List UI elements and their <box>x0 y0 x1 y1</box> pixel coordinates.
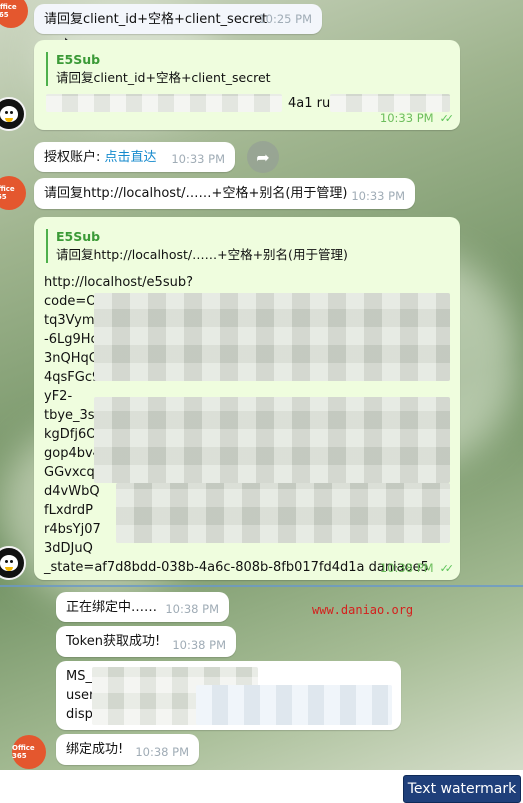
message-bubble[interactable]: Token获取成功! 10:38 PM <box>56 626 236 657</box>
reply-quote: E5Sub 请回复client_id+空格+client_secret <box>46 52 450 86</box>
reply-quote: E5Sub 请回复http://localhost/……+空格+别名(用于管理) <box>46 229 450 263</box>
message-time: 10:38 PM <box>165 602 219 616</box>
message-text-partial: 4a1 ru <box>288 96 331 111</box>
message-bubble[interactable]: 授权账户: 点击直达 10:33 PM <box>34 142 235 172</box>
message-time: 10:38 PM <box>135 745 189 759</box>
message-bubble[interactable]: 绑定成功! 10:38 PM <box>56 734 199 765</box>
message-time: 10:33 PM <box>351 189 405 203</box>
bot-avatar[interactable] <box>0 97 26 131</box>
message-bubble[interactable]: 请回复client_id+空格+client_secret 10:25 PM <box>34 4 322 34</box>
quote-text: 请回复client_id+空格+client_secret <box>56 70 271 85</box>
message-bubble[interactable]: 请回复http://localhost/……+空格+别名(用于管理) 10:33… <box>34 178 415 209</box>
redacted-block <box>94 397 450 483</box>
message-bubble[interactable]: E5Sub 请回复http://localhost/……+空格+别名(用于管理)… <box>34 217 460 580</box>
message-text: 授权账户: <box>44 150 105 165</box>
message-time: 10:25 PM <box>258 12 312 26</box>
quote-author: E5Sub <box>56 229 101 244</box>
message-time: 10:38 PM <box>379 561 434 575</box>
message-time: 10:33 PM <box>379 111 434 125</box>
selection-divider <box>0 585 523 587</box>
redacted-block <box>46 94 282 112</box>
redacted-block <box>196 685 392 725</box>
authorize-link[interactable]: 点击直达 <box>105 150 157 165</box>
office365-avatar[interactable]: Office 365 <box>0 0 28 28</box>
message-text: Token获取成功! <box>66 634 161 649</box>
site-watermark: www.daniao.org <box>312 603 414 617</box>
read-checkmarks-icon: ✓✓ <box>439 562 455 575</box>
message-bubble[interactable]: E5Sub 请回复client_id+空格+client_secret 4a1 … <box>34 40 460 130</box>
redacted-block <box>116 483 450 543</box>
message-text: 请回复client_id+空格+client_secret <box>44 12 268 27</box>
office365-avatar[interactable]: Office 365 <box>12 735 46 769</box>
redacted-block <box>330 94 450 112</box>
message-bubble[interactable]: MS_ user disp <box>56 661 401 730</box>
message-text: 绑定成功! <box>66 742 124 757</box>
message-time: 10:38 PM <box>172 638 226 652</box>
message-text: 请回复http://localhost/……+空格+别名(用于管理) <box>44 186 348 201</box>
redacted-block <box>94 293 450 381</box>
share-forward-icon[interactable]: ➦ <box>247 141 279 173</box>
code-line: http://localhost/e5sub? <box>44 275 193 290</box>
message-bubble[interactable]: 正在绑定中…… 10:38 PM <box>56 592 229 622</box>
quote-author: E5Sub <box>56 52 101 67</box>
read-checkmarks-icon: ✓✓ <box>439 112 455 125</box>
text-watermark-button[interactable]: Text watermark <box>403 775 521 803</box>
message-time: 10:33 PM <box>171 152 225 166</box>
office365-avatar[interactable]: Office 365 <box>0 176 26 210</box>
message-text: 正在绑定中…… <box>66 600 158 615</box>
quote-text: 请回复http://localhost/……+空格+别名(用于管理) <box>56 247 348 262</box>
